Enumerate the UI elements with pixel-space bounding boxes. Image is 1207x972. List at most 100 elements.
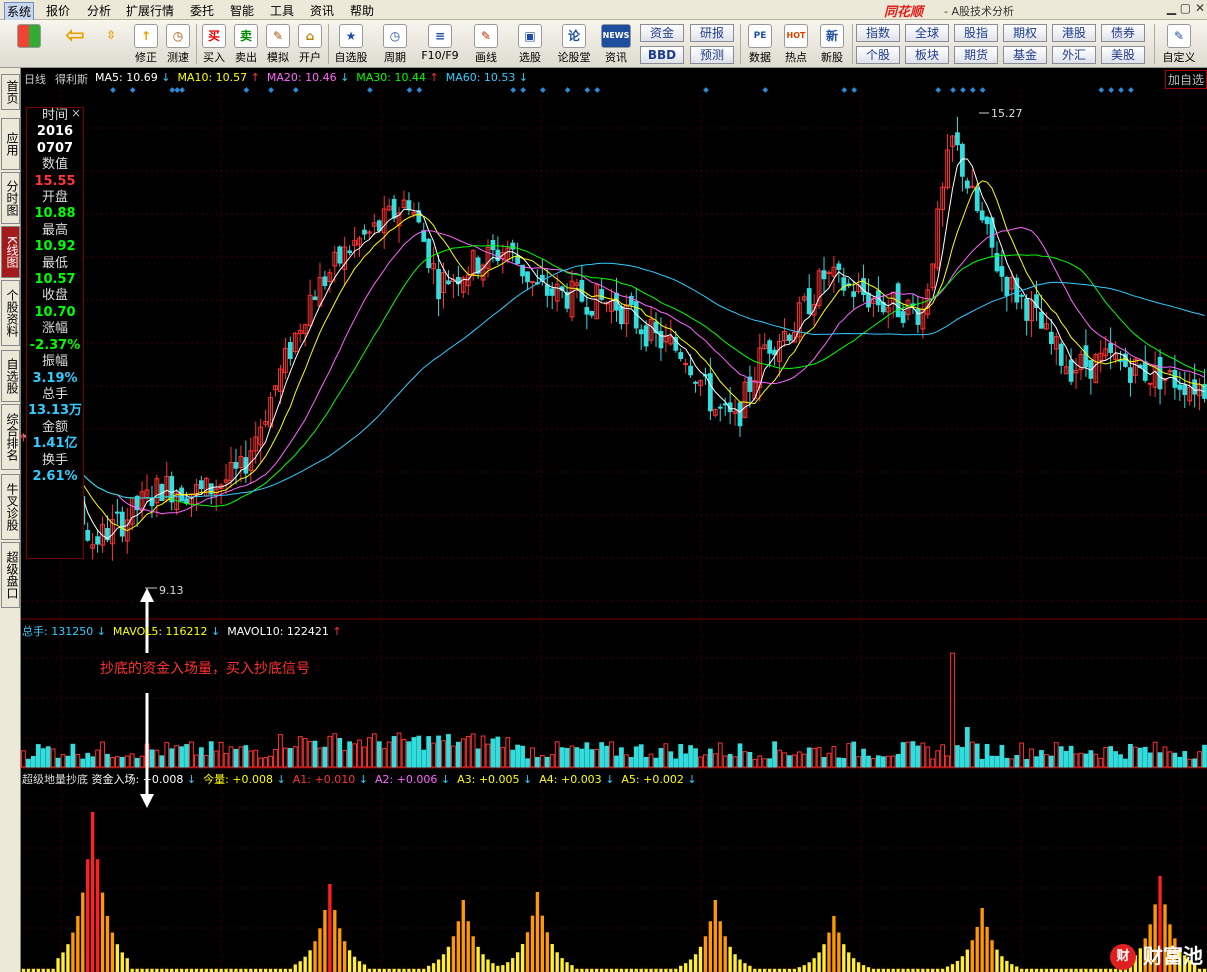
signal-bar — [832, 916, 836, 972]
futures-button[interactable]: 期货 — [954, 46, 998, 64]
customize-button[interactable]: ✎ 自定义 — [1158, 22, 1200, 66]
volume-bar — [707, 748, 713, 768]
chart-area[interactable]: 日线 得利斯 MA5: 10.69 ↓ MA10: 10.57 ↑ MA20: 10… — [21, 68, 1207, 972]
simulate-button[interactable]: ✎ 模拟 — [263, 22, 293, 66]
volume-bar — [1132, 746, 1138, 768]
volume-bar — [110, 757, 115, 768]
volume-bar — [460, 738, 466, 768]
global-button[interactable]: 全球 — [905, 24, 949, 42]
fund-button[interactable]: 资金 — [640, 24, 684, 42]
vol-item-arrow-icon: ↓ — [96, 625, 106, 638]
signal-bar — [441, 954, 446, 972]
hk-stock-button[interactable]: 港股 — [1052, 24, 1096, 42]
signal-bar — [560, 958, 564, 972]
menu-help[interactable]: 帮助 — [350, 2, 374, 19]
research-button[interactable]: 研报 — [690, 24, 734, 42]
menu-system[interactable]: 系统 — [4, 2, 35, 21]
nav-diagnosis[interactable]: 牛叉诊股 — [1, 474, 20, 540]
kline-chart[interactable] — [21, 68, 1207, 972]
period-button[interactable]: ◷ 周期 — [375, 22, 415, 66]
nav-intraday[interactable]: 分时图 — [1, 172, 20, 224]
index-button[interactable]: 指数 — [856, 24, 900, 42]
window-controls[interactable]: ▁ ▢ ✕ — [1167, 1, 1205, 15]
signal-diamond — [1128, 87, 1134, 93]
forecast-button[interactable]: 预测 — [690, 46, 734, 64]
menu-news[interactable]: 资讯 — [310, 2, 334, 19]
candle — [322, 276, 328, 287]
volume-bar — [317, 747, 323, 768]
layout-button[interactable] — [12, 22, 46, 66]
signal-bar — [1005, 960, 1009, 972]
add-watchlist-button[interactable]: 加自选 — [1164, 70, 1207, 89]
nav-kline[interactable]: K线图 — [1, 226, 20, 278]
signal-bar — [540, 915, 545, 972]
volume-bar — [263, 757, 268, 768]
fund-market-button[interactable]: 基金 — [1003, 46, 1047, 64]
volume-bar — [85, 752, 91, 768]
nav-stock-info[interactable]: 个股资料 — [1, 280, 20, 346]
us-stock-button[interactable]: 美股 — [1101, 46, 1145, 64]
open-account-button[interactable]: ⌂ 开户 — [295, 22, 325, 66]
buy-button[interactable]: 买买入 — [199, 22, 229, 66]
signal-bar — [328, 884, 332, 972]
menu-smart[interactable]: 智能 — [230, 2, 254, 19]
menu-tools[interactable]: 工具 — [270, 2, 294, 19]
back-button[interactable]: ⇦ — [56, 22, 94, 66]
vol-item-2: MAVOL10: 122421 ↑ — [227, 625, 342, 638]
nav-super-panel[interactable]: 超级盘口 — [1, 542, 20, 608]
single-stock-button[interactable]: 个股 — [856, 46, 900, 64]
menu-quote[interactable]: 报价 — [46, 2, 70, 19]
hot-button[interactable]: HOT 热点 — [780, 22, 812, 66]
signal-diamond — [292, 87, 299, 93]
bond-button[interactable]: 债券 — [1101, 24, 1145, 42]
forex-button[interactable]: 外汇 — [1052, 46, 1096, 64]
candle — [737, 402, 743, 427]
volume-bar — [40, 748, 46, 768]
candle — [717, 406, 723, 409]
signal-diamond — [406, 87, 413, 93]
menu-analysis[interactable]: 分析 — [87, 2, 111, 19]
nav-watchlist[interactable]: 自选股 — [1, 350, 20, 402]
stock-index-button[interactable]: 股指 — [954, 24, 998, 42]
volume-bar — [989, 755, 995, 768]
watchlist-button[interactable]: ★ 自选股 — [331, 22, 371, 66]
speedtest-button[interactable]: ◷ 测速 — [162, 22, 194, 66]
info-panel: × 时间 2016 0707 数值 15.55 开盘 10.88 最高 10.92 最低 10.57… — [26, 107, 84, 559]
bbd-button[interactable]: BBD — [640, 46, 684, 64]
ma-legend: MA5: 10.69 ↓ MA10: 10.57 ↑ MA20: 10.46 ↓ MA… — [95, 71, 535, 84]
forum-button[interactable]: 论论股堂 — [554, 22, 594, 66]
candle — [1182, 384, 1188, 395]
up-down-button[interactable]: ⇳ — [100, 22, 122, 66]
correct-button[interactable]: ↑ 修正 — [130, 22, 162, 66]
new-stock-button[interactable]: 新新股 — [816, 22, 848, 66]
volume-bar — [712, 753, 718, 768]
ma-item-arrow-icon: ↓ — [161, 71, 171, 84]
signal-bar — [837, 932, 841, 972]
menu-extended[interactable]: 扩展行情 — [126, 2, 174, 19]
candle — [1157, 356, 1163, 390]
info-value-1: 15.55 — [34, 173, 76, 189]
menu-trade[interactable]: 委托 — [190, 2, 214, 19]
signal-bar — [950, 964, 955, 972]
draw-line-button[interactable]: ✎ 画线 — [466, 22, 506, 66]
volume-bar — [337, 738, 343, 768]
news-button[interactable]: NEWS 资讯 — [598, 22, 634, 66]
ind-item-4: A3: +0.005 ↓ — [457, 773, 533, 786]
nav-ranking[interactable]: 综合排名 — [1, 404, 20, 470]
stock-picker-button[interactable]: ▣ 选股 — [510, 22, 550, 66]
nav-home[interactable]: 首页 — [1, 74, 20, 110]
signal-bar — [861, 965, 866, 972]
ind-item-arrow-icon: ↓ — [276, 773, 286, 786]
candle — [999, 266, 1005, 277]
volume-bar — [520, 745, 525, 768]
options-button[interactable]: 期权 — [1003, 24, 1047, 42]
f10-button[interactable]: ≡ F10/F9 — [418, 22, 462, 66]
nav-apps[interactable]: 应用 — [1, 118, 20, 170]
signal-bar — [980, 908, 984, 972]
volume-bar — [604, 745, 609, 768]
signal-bar — [451, 936, 456, 972]
sell-button[interactable]: 卖卖出 — [231, 22, 261, 66]
data-button[interactable]: PE 数据 — [744, 22, 776, 66]
close-icon[interactable]: × — [71, 107, 81, 119]
sector-button[interactable]: 板块 — [905, 46, 949, 64]
